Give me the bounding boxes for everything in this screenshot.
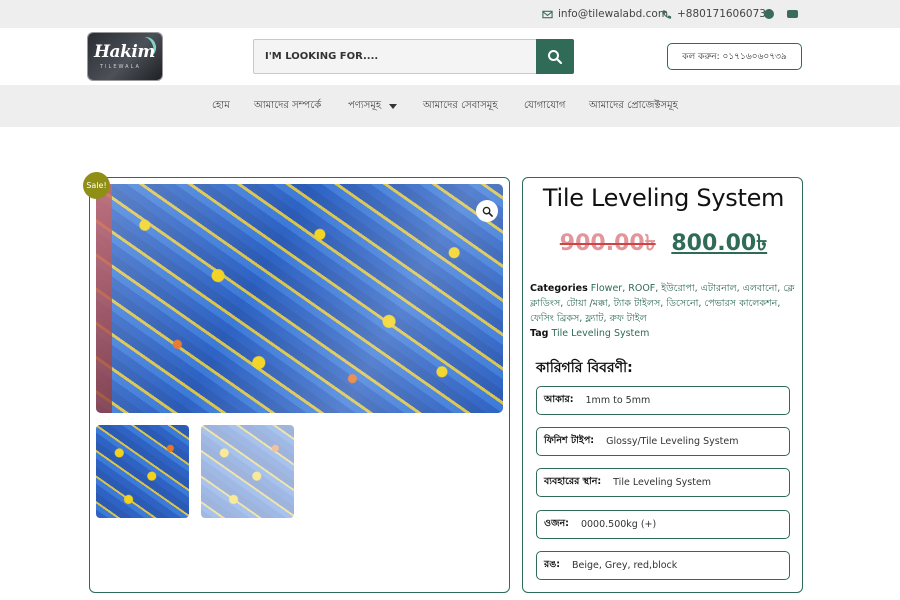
- spec-value: 0000.500kg (+): [580, 519, 657, 530]
- phone-link[interactable]: +8801716060739: [661, 0, 773, 28]
- search-icon: [548, 49, 563, 64]
- gallery-thumbnail-1[interactable]: [96, 425, 189, 518]
- old-price: 900.00৳: [559, 231, 656, 256]
- price-block: 900.00৳ 800.00৳: [523, 226, 804, 263]
- nav-item-products[interactable]: পণ্যসমূহ: [348, 85, 398, 127]
- product-main-image[interactable]: [96, 184, 503, 413]
- sale-price: 800.00৳: [671, 231, 768, 256]
- search-form: [253, 39, 574, 74]
- spec-key: আকার:: [544, 394, 574, 405]
- zoom-icon: [482, 206, 493, 217]
- gallery-thumbnail-2[interactable]: [201, 425, 294, 518]
- phone-icon: [662, 9, 672, 19]
- phone-text: +8801716060739: [677, 8, 773, 20]
- spec-key: ফিনিশ টাইপ:: [544, 435, 595, 446]
- site-logo[interactable]: Hakim TILEWALA: [88, 33, 162, 80]
- tag-link[interactable]: Tile Leveling System: [552, 328, 650, 339]
- spec-value: Glossy/Tile Leveling System: [606, 436, 739, 447]
- product-gallery: Sale!: [83, 172, 510, 593]
- sale-badge: Sale!: [83, 172, 110, 199]
- caret-down-icon: [389, 103, 398, 109]
- spec-value: Tile Leveling System: [613, 477, 712, 488]
- search-input[interactable]: [253, 39, 536, 74]
- image-sheen: [96, 184, 503, 413]
- mail-icon: [542, 10, 553, 18]
- logo-subtitle: TILEWALA: [100, 64, 141, 70]
- nav-item-contact[interactable]: যোগাযোগ: [524, 85, 565, 127]
- nav-item-products-label: পণ্যসমূহ: [348, 99, 382, 111]
- top-bar: info@tilewalabd.com +8801716060739: [0, 0, 900, 28]
- spec-value: 1mm to 5mm: [585, 395, 651, 406]
- site-header: Hakim TILEWALA কল করুন: ০১৭১৬০৬০৭৩৯: [0, 28, 900, 85]
- email-text: info@tilewalabd.com: [558, 8, 669, 20]
- youtube-icon[interactable]: [787, 10, 798, 18]
- product-meta: Categories Flower, ROOF, ইউরোপা, এটারনাল…: [530, 281, 798, 341]
- nav-item-about[interactable]: আমাদের সম্পর্কে: [254, 85, 321, 127]
- email-link[interactable]: info@tilewalabd.com: [542, 0, 668, 28]
- zoom-button[interactable]: [476, 200, 498, 222]
- spec-row-usage: ব্যবহারের স্থান: Tile Leveling System: [536, 468, 790, 497]
- spec-heading: কারিগরি বিবরণী:: [536, 360, 633, 376]
- spec-row-color: রঙ: Beige, Grey, red,block: [536, 551, 790, 580]
- nav-item-projects[interactable]: আমাদের প্রোজেক্টসমূহ: [589, 85, 678, 127]
- spec-row-weight: ওজন: 0000.500kg (+): [536, 510, 790, 539]
- spec-row-size: আকার: 1mm to 5mm: [536, 386, 790, 415]
- main-nav: হোম আমাদের সম্পর্কে পণ্যসমূহ আমাদের সেবা…: [0, 85, 900, 127]
- categories-row: Categories Flower, ROOF, ইউরোপা, এটারনাল…: [530, 281, 798, 326]
- nav-item-services[interactable]: আমাদের সেবাসমূহ: [423, 85, 498, 127]
- product-details: Tile Leveling System 900.00৳ 800.00৳ Cat…: [522, 177, 803, 593]
- spec-key: ওজন:: [544, 518, 569, 529]
- spec-value: Beige, Grey, red,block: [572, 560, 678, 571]
- logo-word: Hakim: [94, 42, 155, 62]
- product-title: Tile Leveling System: [542, 184, 785, 212]
- categories-label: Categories: [530, 283, 588, 294]
- tag-label: Tag: [530, 328, 549, 339]
- spec-row-finish: ফিনিশ টাইপ: Glossy/Tile Leveling System: [536, 427, 790, 456]
- facebook-icon[interactable]: [764, 9, 774, 19]
- search-button[interactable]: [536, 39, 574, 74]
- tag-row: Tag Tile Leveling System: [530, 326, 798, 341]
- call-button[interactable]: কল করুন: ০১৭১৬০৬০৭৩৯: [667, 43, 802, 70]
- nav-item-home[interactable]: হোম: [212, 85, 230, 127]
- spec-key: রঙ:: [544, 559, 560, 570]
- spec-key: ব্যবহারের স্থান:: [544, 476, 602, 487]
